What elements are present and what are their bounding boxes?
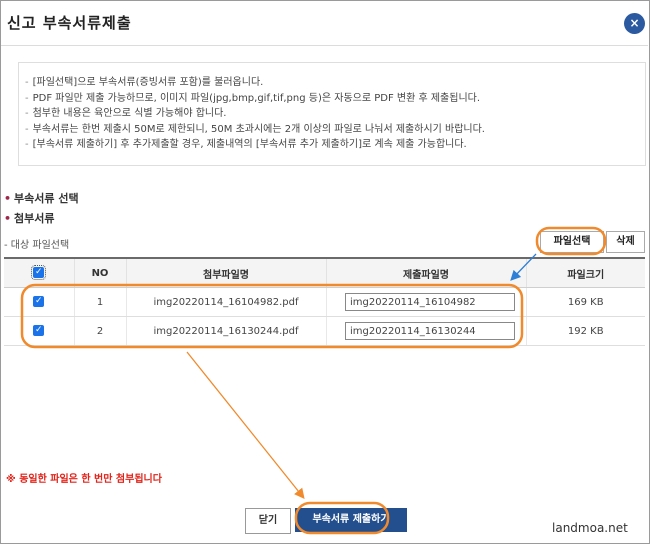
row-size: 192 KB xyxy=(525,316,645,346)
submit-name-input[interactable]: img20220114_16104982 xyxy=(345,293,515,311)
row-no: 1 xyxy=(73,287,126,317)
col-header-no: NO xyxy=(73,257,126,288)
file-select-button[interactable]: 파일선택 xyxy=(540,231,604,253)
notice-line: - [파일선택]으로 부속서류(증빙서류 포함)를 불러옵니다. xyxy=(25,77,264,88)
close-icon[interactable]: × xyxy=(624,13,645,34)
col-header-attached-name: 첨부파일명 xyxy=(125,257,326,288)
table-header-row: ✓ NO 첨부파일명 제출파일명 파일크기 xyxy=(4,257,645,288)
notice-box: - [파일선택]으로 부속서류(증빙서류 포함)를 불러옵니다. - PDF 파일만… xyxy=(18,62,646,166)
col-header-submit-name: 제출파일명 xyxy=(325,257,526,288)
table-row: ✓ 2 img20220114_16130244.pdf img20220114… xyxy=(4,316,645,346)
watermark: landmoa.net xyxy=(552,521,628,535)
section-select-title: • 부속서류 선택 xyxy=(4,192,79,205)
row-attached-name: img20220114_16130244.pdf xyxy=(125,316,326,346)
row-submit-cell: img20220114_16130244 xyxy=(325,316,526,346)
duplicate-warning: ※ 동일한 파일은 한 번만 첨부됩니다 xyxy=(6,474,162,485)
submit-name-input[interactable]: img20220114_16130244 xyxy=(345,322,515,340)
row-submit-cell: img20220114_16104982 xyxy=(325,287,526,317)
row-attached-name: img20220114_16104982.pdf xyxy=(125,287,326,317)
target-file-label: - 대상 파일선택 xyxy=(4,240,70,251)
dialog-header: 신고 부속서류제출 × xyxy=(1,1,648,46)
notice-line: - [부속서류 제출하기] 후 추가제출할 경우, 제출내역의 [부속서류 추가 … xyxy=(25,139,467,151)
row-checkbox[interactable]: ✓ xyxy=(4,316,74,346)
col-header-size: 파일크기 xyxy=(525,257,645,288)
delete-button[interactable]: 삭제 xyxy=(606,231,645,253)
row-no: 2 xyxy=(73,316,126,346)
row-checkbox[interactable]: ✓ xyxy=(4,287,74,317)
dialog-title: 신고 부속서류제출 xyxy=(7,14,132,32)
section-attached-title: • 첨부서류 xyxy=(4,212,55,225)
table-row: ✓ 1 img20220114_16104982.pdf img20220114… xyxy=(4,287,645,317)
close-button[interactable]: 닫기 xyxy=(245,508,291,534)
notice-line: - 첨부한 내용은 육안으로 식별 가능해야 합니다. xyxy=(25,108,227,120)
attachment-table: ✓ NO 첨부파일명 제출파일명 파일크기 ✓ 1 img20220114_16… xyxy=(4,257,645,346)
row-size: 169 KB xyxy=(525,287,645,317)
notice-line: - PDF 파일만 제출 가능하므로, 이미지 파일(jpg,bmp,gif,ti… xyxy=(25,92,481,104)
select-all-checkbox[interactable]: ✓ xyxy=(4,257,74,288)
notice-line: - 부속서류는 한번 제출시 50M로 제한되니, 50M 초과시에는 2개 이상… xyxy=(25,123,485,135)
submit-documents-button[interactable]: 부속서류 제출하기 xyxy=(295,508,407,532)
